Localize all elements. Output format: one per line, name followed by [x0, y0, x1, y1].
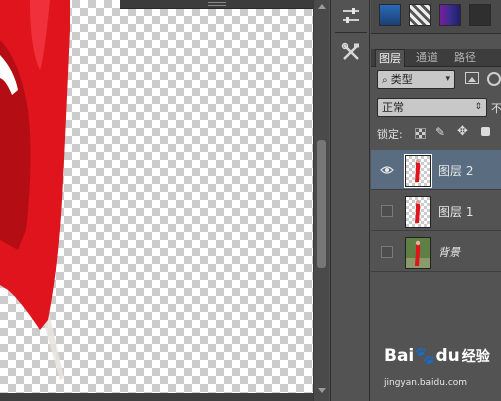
layer-thumbnail — [405, 237, 431, 269]
preset-swatch[interactable] — [469, 4, 491, 26]
lock-brush-icon[interactable]: ✎ — [435, 125, 445, 139]
lock-pixels-icon[interactable] — [415, 128, 426, 139]
layer-name: 图层 2 — [438, 164, 474, 178]
preset-swatch[interactable] — [439, 4, 461, 26]
layers-panel: 图层 通道 路径 ⌕ 类型 ▾ 正常 ⇕ 不 锁定: ✎ ✥ 图层 2 图层 1… — [371, 0, 501, 401]
tab-layers[interactable]: 图层 — [375, 49, 405, 67]
tab-channels[interactable]: 通道 — [413, 49, 441, 67]
watermark-brand-prefix: Bai — [384, 346, 415, 366]
watermark-brand-cn: 经验 — [461, 349, 490, 365]
panel-tabs: 图层 通道 路径 — [371, 49, 501, 67]
watermark-brand-suffix: du — [435, 346, 460, 366]
search-icon: ⌕ — [382, 75, 391, 86]
lock-label: 锁定: — [377, 128, 403, 141]
watermark-brand: Bai🐾du 经验 — [384, 346, 490, 366]
layer-thumbnail — [404, 154, 432, 188]
layer-thumbnail — [405, 196, 431, 228]
layer-row[interactable]: 背景 — [371, 232, 501, 272]
watermark-url: jingyan.baidu.com — [384, 378, 468, 388]
lock-all-icon[interactable] — [481, 127, 490, 136]
blend-mode-value: 正常 — [382, 101, 404, 114]
red-flag-artwork — [0, 0, 70, 380]
tools-icon[interactable] — [339, 40, 363, 64]
layer-name: 背景 — [438, 246, 460, 259]
paw-icon: 🐾 — [414, 346, 436, 366]
layer-name: 图层 1 — [438, 205, 474, 219]
tab-paths[interactable]: 路径 — [451, 49, 479, 67]
drag-grip[interactable] — [208, 2, 226, 6]
horizontal-scrollbar[interactable] — [0, 393, 313, 401]
adjustment-filter-icon[interactable] — [487, 72, 501, 86]
document-canvas[interactable] — [0, 0, 313, 401]
preset-swatch[interactable] — [409, 4, 431, 26]
layer-filter-dropdown[interactable]: ⌕ 类型 ▾ — [377, 70, 455, 89]
baidu-watermark: Bai🐾du 经验 jingyan.baidu.com — [384, 346, 494, 396]
layer-row[interactable]: 图层 1 — [371, 191, 501, 231]
lock-row: 锁定: ✎ ✥ — [371, 124, 501, 144]
chevron-down-icon: ▾ — [445, 74, 450, 84]
preset-swatches — [371, 0, 501, 34]
visibility-toggle[interactable] — [381, 205, 393, 217]
visibility-toggle[interactable] — [381, 246, 393, 258]
canvas-tab-strip[interactable] — [120, 0, 313, 9]
scrollbar-thumb[interactable] — [317, 140, 326, 268]
layer-filter-row: ⌕ 类型 ▾ — [371, 68, 501, 90]
scroll-down-arrow-icon[interactable] — [318, 388, 326, 393]
image-filter-icon[interactable] — [465, 72, 479, 84]
sliders-icon[interactable] — [339, 4, 363, 28]
filter-label: 类型 — [390, 73, 413, 86]
chevron-updown-icon: ⇕ — [474, 102, 482, 112]
scroll-up-arrow-icon[interactable] — [318, 4, 326, 9]
preset-swatch[interactable] — [379, 4, 401, 26]
blend-mode-dropdown[interactable]: 正常 ⇕ — [377, 98, 487, 117]
lock-move-icon[interactable]: ✥ — [457, 124, 468, 139]
opacity-label: 不 — [491, 102, 501, 115]
vertical-scrollbar[interactable] — [313, 0, 329, 401]
layer-row[interactable]: 图层 2 — [371, 150, 501, 190]
eye-icon[interactable] — [380, 163, 394, 177]
panel-icon-column — [330, 0, 370, 401]
